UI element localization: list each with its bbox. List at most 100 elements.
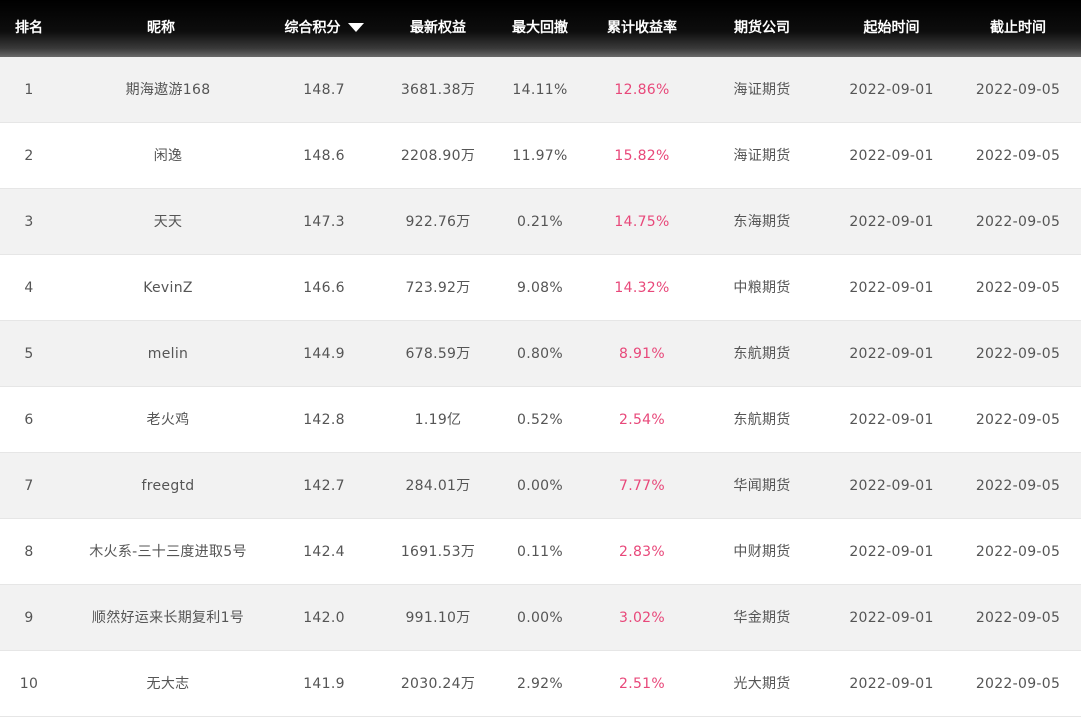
cell-score: 142.0 <box>303 610 345 626</box>
cell-end: 2022-09-05 <box>975 346 1061 362</box>
cell-nickname[interactable]: 闲逸 <box>58 123 264 188</box>
cell-end: 2022-09-05 <box>975 478 1061 494</box>
cell-drawdown: 0.52% <box>517 412 563 428</box>
table-row[interactable]: 6 老火鸡 142.8 1.19亿 0.52% 2.54% 东航期货 2022-09-01 20… <box>0 387 1081 453</box>
cell-company: 中财期货 <box>733 544 791 560</box>
cell-drawdown: 0.21% <box>517 214 563 230</box>
cell-rank: 2 <box>24 148 34 164</box>
cell-drawdown: 2.92% <box>517 676 563 692</box>
cell-equity: 284.01万 <box>405 478 471 494</box>
cell-end: 2022-09-05 <box>975 610 1061 626</box>
cell-return: 14.75% <box>614 214 670 230</box>
cell-nickname[interactable]: 顺然好运来长期复利1号 <box>58 585 264 650</box>
cell-return: 2.54% <box>619 412 665 428</box>
cell-drawdown: 0.00% <box>517 478 563 494</box>
table-row[interactable]: 9 顺然好运来长期复利1号 142.0 991.10万 0.00% 3.02% 华金期货 20… <box>0 585 1081 651</box>
cell-start: 2022-09-01 <box>849 280 934 296</box>
cell-company: 东航期货 <box>733 412 791 428</box>
cell-start: 2022-09-01 <box>849 544 934 560</box>
header-rank[interactable]: 排名 <box>0 0 58 57</box>
cell-end: 2022-09-05 <box>975 412 1061 428</box>
cell-equity: 2030.24万 <box>400 676 476 692</box>
header-return[interactable]: 累计收益率 <box>588 0 696 57</box>
cell-rank: 6 <box>24 412 34 428</box>
cell-drawdown: 0.00% <box>517 610 563 626</box>
cell-company: 光大期货 <box>733 676 791 692</box>
cell-end: 2022-09-05 <box>975 214 1061 230</box>
cell-nickname[interactable]: freegtd <box>58 453 264 518</box>
table-row[interactable]: 5 melin 144.9 678.59万 0.80% 8.91% 东航期货 2022-09-… <box>0 321 1081 387</box>
cell-rank: 8 <box>24 544 34 560</box>
cell-return: 15.82% <box>614 148 670 164</box>
table-row[interactable]: 3 天天 147.3 922.76万 0.21% 14.75% 东海期货 2022-09-01… <box>0 189 1081 255</box>
cell-rank: 9 <box>24 610 34 626</box>
cell-rank: 1 <box>24 82 34 98</box>
header-drawdown[interactable]: 最大回撤 <box>492 0 588 57</box>
cell-equity: 1.19亿 <box>414 412 462 428</box>
table-row[interactable]: 7 freegtd 142.7 284.01万 0.00% 7.77% 华闻期货 2022-0… <box>0 453 1081 519</box>
cell-score: 141.9 <box>303 676 345 692</box>
cell-company: 华金期货 <box>733 610 791 626</box>
cell-nickname[interactable]: melin <box>58 321 264 386</box>
cell-end: 2022-09-05 <box>975 82 1061 98</box>
header-company[interactable]: 期货公司 <box>696 0 828 57</box>
cell-nickname[interactable]: 期海遨游168 <box>58 57 264 122</box>
cell-return: 3.02% <box>619 610 665 626</box>
cell-drawdown: 0.11% <box>517 544 563 560</box>
cell-return: 14.32% <box>614 280 670 296</box>
cell-company: 海证期货 <box>733 82 791 98</box>
header-equity[interactable]: 最新权益 <box>384 0 492 57</box>
cell-score: 148.7 <box>303 82 345 98</box>
cell-score: 147.3 <box>303 214 345 230</box>
cell-end: 2022-09-05 <box>975 280 1061 296</box>
cell-start: 2022-09-01 <box>849 82 934 98</box>
cell-equity: 678.59万 <box>405 346 471 362</box>
cell-equity: 2208.90万 <box>400 148 476 164</box>
cell-company: 中粮期货 <box>733 280 791 296</box>
cell-drawdown: 9.08% <box>517 280 563 296</box>
cell-end: 2022-09-05 <box>975 544 1061 560</box>
table-row[interactable]: 8 木火系-三十三度进取5号 142.4 1691.53万 0.11% 2.83% 中财期货… <box>0 519 1081 585</box>
header-score[interactable]: 综合积分 <box>264 0 384 57</box>
cell-score: 142.7 <box>303 478 345 494</box>
cell-drawdown: 14.11% <box>512 82 568 98</box>
cell-nickname[interactable]: KevinZ <box>58 255 264 320</box>
cell-return: 8.91% <box>619 346 665 362</box>
table-row[interactable]: 10 无大志 141.9 2030.24万 2.92% 2.51% 光大期货 2022-09-… <box>0 651 1081 717</box>
cell-start: 2022-09-01 <box>849 676 934 692</box>
cell-nickname[interactable]: 无大志 <box>58 651 264 716</box>
header-nickname[interactable]: 昵称 <box>58 0 264 57</box>
cell-end: 2022-09-05 <box>975 148 1061 164</box>
cell-company: 东海期货 <box>733 214 791 230</box>
header-end[interactable]: 截止时间 <box>955 0 1081 57</box>
cell-score: 142.8 <box>303 412 345 428</box>
cell-company: 华闻期货 <box>733 478 791 494</box>
cell-equity: 991.10万 <box>405 610 471 626</box>
cell-nickname[interactable]: 木火系-三十三度进取5号 <box>58 519 264 584</box>
cell-equity: 1691.53万 <box>400 544 476 560</box>
cell-rank: 10 <box>19 676 39 692</box>
ranking-table: 排名 昵称 综合积分 最新权益 最大回撤 累计收益率 期货公司 起始时间 截止时… <box>0 0 1081 718</box>
cell-nickname[interactable]: 老火鸡 <box>58 387 264 452</box>
cell-return: 2.83% <box>619 544 665 560</box>
cell-return: 2.51% <box>619 676 665 692</box>
table-header: 排名 昵称 综合积分 最新权益 最大回撤 累计收益率 期货公司 起始时间 截止时… <box>0 0 1081 57</box>
header-start[interactable]: 起始时间 <box>828 0 955 57</box>
cell-drawdown: 11.97% <box>512 148 568 164</box>
cell-score: 144.9 <box>303 346 345 362</box>
cell-company: 东航期货 <box>733 346 791 362</box>
cell-score: 146.6 <box>303 280 345 296</box>
cell-score: 142.4 <box>303 544 345 560</box>
cell-nickname[interactable]: 天天 <box>58 189 264 254</box>
table-row[interactable]: 4 KevinZ 146.6 723.92万 9.08% 14.32% 中粮期货 2022-0… <box>0 255 1081 321</box>
cell-company: 海证期货 <box>733 148 791 164</box>
cell-equity: 723.92万 <box>405 280 471 296</box>
cell-rank: 3 <box>24 214 34 230</box>
table-row[interactable]: 1 期海遨游168 148.7 3681.38万 14.11% 12.86% 海证期货 202… <box>0 57 1081 123</box>
header-score-label: 综合积分 <box>284 20 341 36</box>
cell-drawdown: 0.80% <box>517 346 563 362</box>
sort-desc-icon[interactable] <box>347 23 364 32</box>
cell-end: 2022-09-05 <box>975 676 1061 692</box>
cell-score: 148.6 <box>303 148 345 164</box>
table-row[interactable]: 2 闲逸 148.6 2208.90万 11.97% 15.82% 海证期货 2022-09-… <box>0 123 1081 189</box>
